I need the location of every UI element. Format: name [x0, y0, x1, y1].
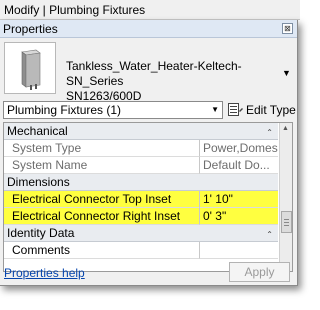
edit-type-button[interactable]: Edit Type [228, 101, 296, 119]
type-name-line1: Tankless_Water_Heater-Keltech-SN_Series [66, 59, 242, 88]
category-filter-dropdown[interactable]: Plumbing Fixtures (1) ▼ [3, 101, 223, 119]
panel-title: Properties [3, 22, 58, 36]
apply-button[interactable]: Apply [229, 262, 290, 282]
property-row[interactable]: Comments [4, 242, 278, 259]
group-title: Identity Data [7, 226, 75, 240]
property-row[interactable]: System Type Power,Domes... [4, 140, 278, 157]
filter-selected-label: Plumbing Fixtures (1) [7, 103, 122, 117]
property-value-input[interactable] [200, 242, 278, 259]
vertical-scrollbar[interactable]: ▲ ▼ [279, 123, 292, 271]
properties-grid: Mechanical ⌃ System Type Power,Domes... … [3, 122, 293, 272]
collapse-icon[interactable]: ⌃ [266, 227, 273, 243]
properties-panel: Properties ⊠ Tankless_Water_Heater-Kelte… [0, 20, 298, 286]
scroll-up-icon[interactable]: ▲ [282, 125, 289, 132]
property-row[interactable]: System Name Default Do... [4, 157, 278, 174]
scrollbar-thumb[interactable] [281, 211, 292, 233]
type-dropdown-icon[interactable]: ▼ [282, 68, 291, 78]
edit-type-icon [228, 103, 243, 116]
property-value: Power,Domes... [200, 140, 278, 157]
filter-row: Plumbing Fixtures (1) ▼ Edit Type [0, 100, 297, 120]
type-selector[interactable]: Tankless_Water_Heater-Keltech-SN_Series … [0, 38, 297, 103]
group-header-identity-data[interactable]: Identity Data ⌃ [4, 225, 278, 242]
panel-header: Properties ⊠ [0, 20, 297, 38]
property-value: Default Do... [200, 157, 278, 174]
type-name: Tankless_Water_Heater-Keltech-SN_Series … [66, 59, 278, 104]
panel-footer: Properties help Apply [0, 262, 297, 284]
property-row[interactable]: Electrical Connector Top Inset 1' 10" [4, 191, 278, 208]
chevron-down-icon: ▼ [211, 105, 219, 114]
property-value-input[interactable]: 0' 3" [200, 208, 278, 225]
property-name: Comments [4, 242, 200, 259]
property-name: Electrical Connector Top Inset [4, 191, 200, 208]
window-title: Modify | Plumbing Fixtures [0, 0, 300, 20]
group-title: Dimensions [7, 175, 70, 189]
properties-help-link[interactable]: Properties help [4, 266, 85, 280]
property-name: System Type [4, 140, 200, 157]
property-name: System Name [4, 157, 200, 174]
property-name: Electrical Connector Right Inset [4, 208, 200, 225]
group-header-mechanical[interactable]: Mechanical ⌃ [4, 123, 278, 140]
type-thumbnail-icon [4, 42, 56, 94]
close-icon[interactable]: ⊠ [282, 23, 293, 34]
property-row[interactable]: Electrical Connector Right Inset 0' 3" [4, 208, 278, 225]
edit-type-label: Edit Type [246, 103, 296, 117]
group-title: Mechanical [7, 124, 68, 138]
property-value-input[interactable]: 1' 10" [200, 191, 278, 208]
collapse-icon[interactable]: ⌃ [266, 125, 273, 141]
group-header-dimensions[interactable]: Dimensions [4, 174, 278, 191]
